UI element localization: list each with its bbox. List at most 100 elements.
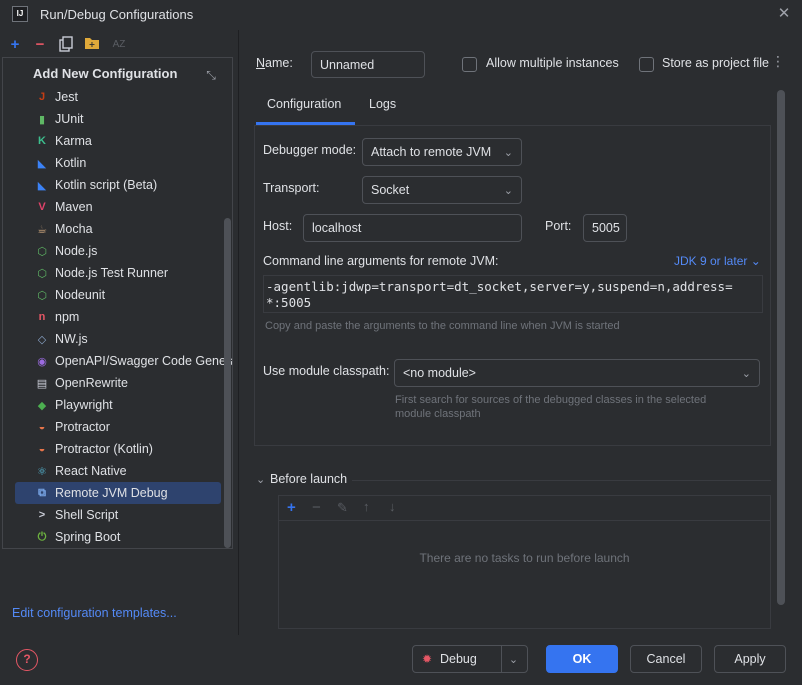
kotlin-icon: ◣: [37, 157, 47, 170]
tab-configuration[interactable]: Configuration: [267, 97, 341, 111]
before-launch-label[interactable]: Before launch: [270, 472, 347, 486]
apply-button[interactable]: Apply: [714, 645, 786, 673]
allow-multiple-label[interactable]: Allow multiple instances: [486, 56, 619, 70]
list-item-label: npm: [55, 310, 80, 324]
nodejs-icon: ⬡: [37, 245, 47, 258]
list-item-label: Nodeunit: [55, 288, 106, 302]
transport-value: Socket: [371, 183, 410, 197]
list-item-spring-boot[interactable]: ⏻ Spring Boot: [15, 526, 221, 548]
move-up-icon[interactable]: ↑: [363, 499, 370, 514]
kotlin-script-icon: ◣: [37, 179, 47, 192]
list-item-label: Shell Script: [55, 508, 119, 522]
move-down-icon[interactable]: ↓: [389, 499, 396, 514]
npm-icon: n: [38, 311, 46, 323]
store-project-label[interactable]: Store as project file: [662, 56, 769, 70]
host-input[interactable]: localhost: [303, 214, 522, 242]
add-task-icon[interactable]: +: [287, 499, 296, 516]
allow-multiple-checkbox[interactable]: [462, 57, 477, 72]
before-launch-empty-text: There are no tasks to run before launch: [419, 551, 630, 565]
list-item-playwright[interactable]: ◆ Playwright: [15, 394, 221, 416]
debug-button[interactable]: ✹ Debug ⌄: [412, 645, 528, 673]
list-item-label: Spring Boot: [55, 530, 121, 544]
name-value: Unnamed: [320, 57, 375, 72]
window-title: Run/Debug Configurations: [40, 7, 194, 22]
openapi-icon: ◉: [37, 355, 47, 368]
list-item-mocha[interactable]: ☕ Mocha: [15, 218, 221, 240]
openrewrite-icon: ▤: [36, 377, 48, 390]
chevron-down-icon[interactable]: ⌄: [509, 653, 518, 666]
edit-task-icon[interactable]: ✎: [337, 500, 348, 516]
jdk-version-dropdown[interactable]: JDK 9 or later ⌄: [674, 254, 761, 268]
list-item-label: OpenRewrite: [55, 376, 128, 390]
debug-button-label: Debug: [440, 652, 477, 666]
chevron-down-icon: ⌄: [750, 254, 761, 268]
list-item-kotlin[interactable]: ◣ Kotlin: [15, 152, 221, 174]
ok-button[interactable]: OK: [546, 645, 618, 673]
list-item-karma[interactable]: K Karma: [15, 130, 221, 152]
junit-icon: ▮: [38, 113, 46, 126]
right-scrollbar[interactable]: [777, 90, 785, 605]
store-project-checkbox[interactable]: [639, 57, 654, 72]
list-item-label: Mocha: [55, 222, 93, 236]
before-launch-toggle-icon[interactable]: ⌄: [256, 473, 265, 486]
remove-task-icon[interactable]: −: [312, 499, 321, 516]
panel-divider: [238, 30, 239, 635]
remove-icon[interactable]: −: [31, 36, 49, 54]
list-item-npm[interactable]: n npm: [15, 306, 221, 328]
apply-button-label: Apply: [734, 652, 766, 666]
before-launch-separator: [352, 480, 771, 481]
list-item-kotlin-script[interactable]: ◣ Kotlin script (Beta): [15, 174, 221, 196]
list-item-label: Jest: [55, 90, 78, 104]
list-item-react-native[interactable]: ⚛ React Native: [15, 460, 221, 482]
list-item-jest[interactable]: J Jest: [15, 86, 221, 108]
list-item-label: Node.js: [55, 244, 98, 258]
module-classpath-select[interactable]: <no module> ⌄: [394, 359, 760, 387]
list-item-label: Kotlin script (Beta): [55, 178, 158, 192]
debugger-mode-select[interactable]: Attach to remote JVM ⌄: [362, 138, 522, 166]
tab-logs[interactable]: Logs: [369, 97, 396, 111]
sort-icon[interactable]: AZ: [110, 36, 128, 54]
shell-script-icon: >: [38, 509, 46, 521]
cancel-button[interactable]: Cancel: [630, 645, 702, 673]
list-item-nodeunit[interactable]: ⬡ Nodeunit: [15, 284, 221, 306]
module-classpath-value: <no module>: [403, 366, 476, 380]
list-item-nodejs-test-runner[interactable]: ⬡ Node.js Test Runner: [15, 262, 221, 284]
cmdline-textarea[interactable]: -agentlib:jdwp=transport=dt_socket,serve…: [263, 275, 763, 313]
copy-icon[interactable]: [57, 36, 75, 54]
spring-boot-icon: ⏻: [37, 530, 47, 543]
more-options-icon[interactable]: ⋮: [771, 53, 785, 69]
cmdline-hint: Copy and paste the arguments to the comm…: [265, 320, 620, 332]
configuration-list: Add New Configuration ⤡ J Jest ▮ JUnit K Karm…: [2, 57, 233, 549]
list-item-shell-script[interactable]: > Shell Script: [15, 504, 221, 526]
protractor-icon: ◒: [38, 421, 46, 433]
list-item-openrewrite[interactable]: ▤ OpenRewrite: [15, 372, 221, 394]
list-item-openapi[interactable]: ◉ OpenAPI/Swagger Code Generator: [15, 350, 232, 372]
list-item-label: NW.js: [55, 332, 88, 346]
port-input[interactable]: 5005: [583, 214, 627, 242]
help-icon[interactable]: ?: [16, 649, 38, 671]
list-item-nodejs[interactable]: ⬡ Node.js: [15, 240, 221, 262]
list-item-junit[interactable]: ▮ JUnit: [15, 108, 221, 130]
nwjs-icon: ◇: [37, 333, 47, 346]
list-item-protractor-kotlin[interactable]: ◒ Protractor (Kotlin): [15, 438, 221, 460]
close-icon[interactable]: ✕: [775, 5, 793, 23]
list-item-nwjs[interactable]: ◇ NW.js: [15, 328, 221, 350]
nodeunit-icon: ⬡: [37, 289, 47, 302]
list-item-remote-jvm-debug[interactable]: ⧉ Remote JVM Debug: [15, 482, 221, 504]
list-item-protractor[interactable]: ◒ Protractor: [15, 416, 221, 438]
transport-select[interactable]: Socket ⌄: [362, 176, 522, 204]
edit-templates-link[interactable]: Edit configuration templates...: [12, 606, 177, 620]
collapse-icon[interactable]: ⤡: [203, 67, 219, 83]
chevron-down-icon: ⌄: [741, 367, 751, 380]
add-icon[interactable]: +: [6, 36, 24, 54]
list-item-maven[interactable]: V Maven: [15, 196, 221, 218]
playwright-icon: ◆: [37, 399, 47, 412]
nodejs-test-runner-icon: ⬡: [37, 267, 47, 280]
list-header: Add New Configuration: [33, 66, 178, 81]
module-classpath-hint-line-1: First search for sources of the debugged…: [395, 394, 707, 406]
name-input[interactable]: Unnamed: [311, 51, 425, 78]
karma-icon: K: [38, 135, 46, 147]
folder-icon[interactable]: +: [83, 36, 101, 54]
list-scrollbar[interactable]: [224, 218, 231, 548]
list-item-label: Protractor: [55, 420, 110, 434]
